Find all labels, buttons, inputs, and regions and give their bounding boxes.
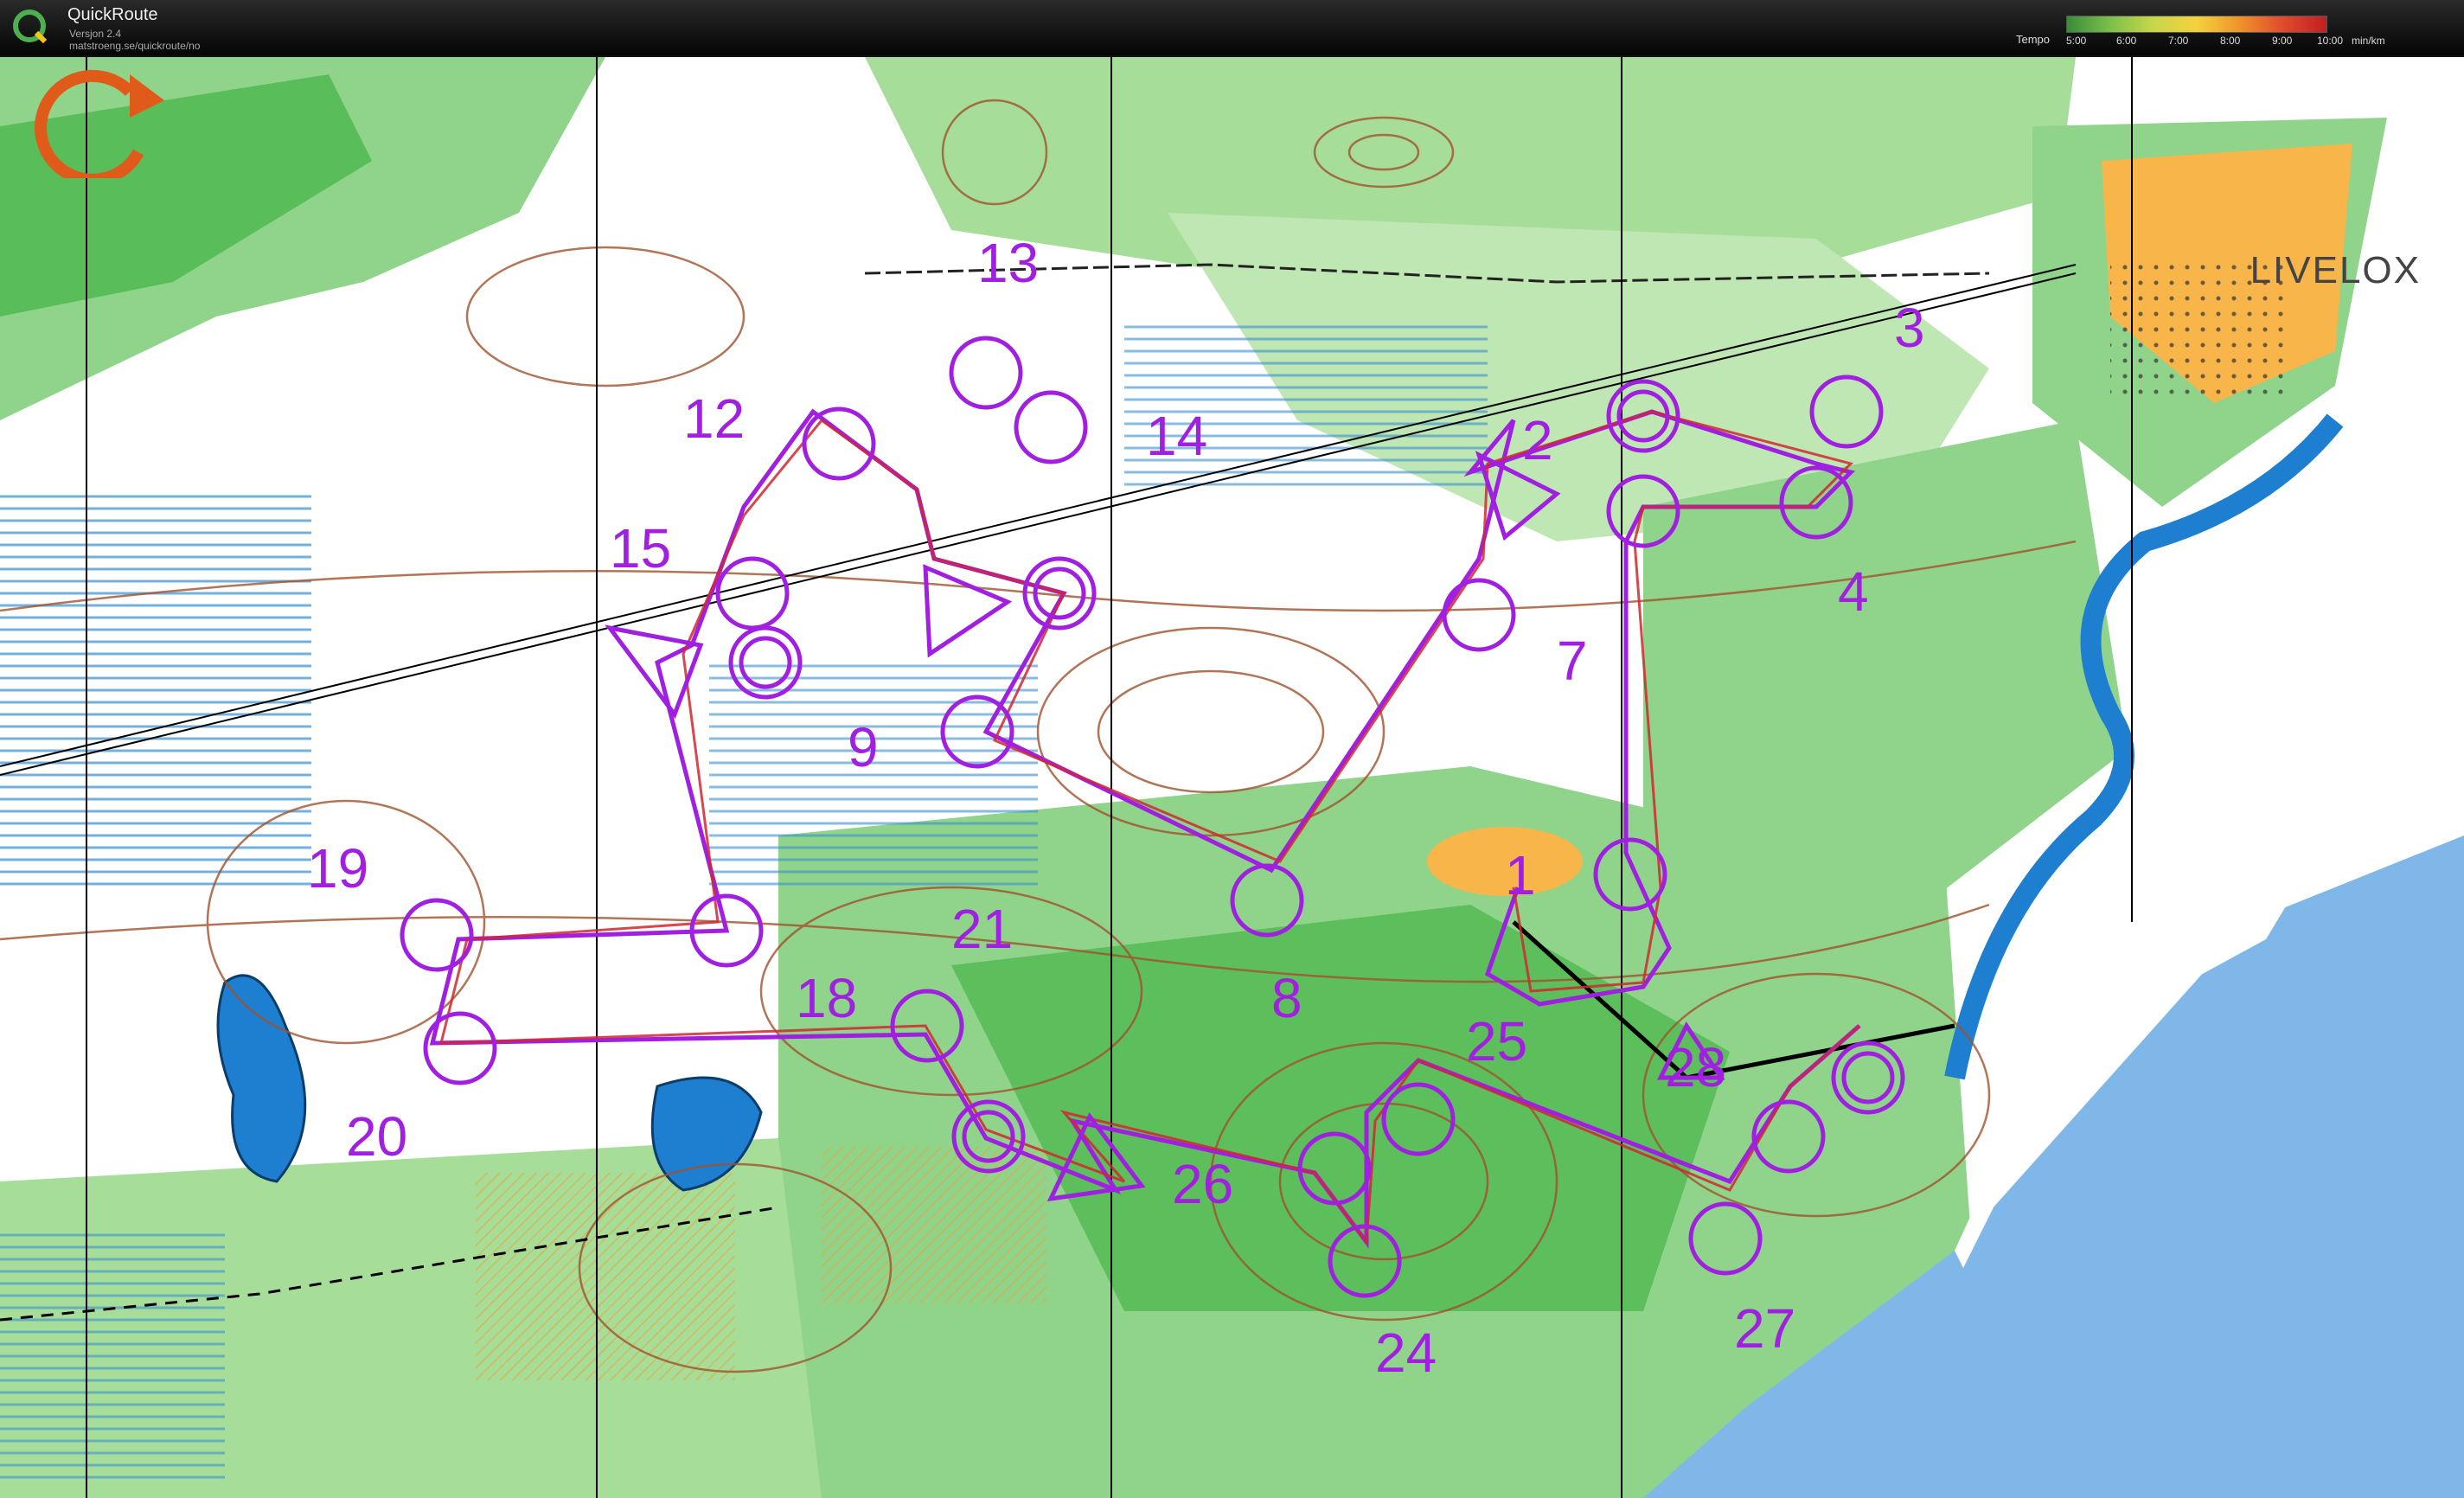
control-number: 18 bbox=[796, 967, 857, 1029]
control-number: 19 bbox=[307, 837, 368, 899]
control-number: 2 bbox=[1522, 409, 1553, 471]
control-number: 26 bbox=[1172, 1153, 1233, 1215]
quickroute-q-icon bbox=[13, 10, 48, 44]
title-bar: QuickRoute Versjon 2.4 matstroeng.se/qui… bbox=[0, 0, 2464, 57]
control-number: 21 bbox=[951, 898, 1013, 960]
control-number: 12 bbox=[683, 387, 745, 450]
tempo-tick: 5:00 bbox=[2066, 35, 2087, 47]
control-number: 9 bbox=[848, 716, 879, 778]
tempo-tick: 8:00 bbox=[2220, 35, 2241, 47]
app-url: matstroeng.se/quickroute/no bbox=[69, 40, 201, 52]
tempo-legend: Tempo 5:00 6:00 7:00 8:00 9:00 10:00 min… bbox=[2016, 14, 2395, 52]
tempo-tick: 9:00 bbox=[2272, 35, 2293, 47]
control-number: 27 bbox=[1734, 1297, 1795, 1360]
livelox-logo-icon bbox=[35, 69, 164, 178]
map-canvas[interactable]: 1 2 3 4 7 8 9 12 13 14 15 18 19 20 21 24… bbox=[0, 57, 2464, 1498]
tempo-label: Tempo bbox=[2016, 33, 2051, 46]
tempo-unit: min/km bbox=[2352, 35, 2385, 47]
control-number: 25 bbox=[1466, 1010, 1527, 1072]
tempo-tick: 10:00 bbox=[2317, 35, 2344, 47]
app-version: Versjon 2.4 bbox=[69, 28, 122, 40]
control-number: 8 bbox=[1271, 967, 1302, 1029]
control-number: 15 bbox=[610, 517, 671, 579]
control-number: 13 bbox=[977, 232, 1039, 294]
control-number: 24 bbox=[1375, 1322, 1437, 1384]
control-number: 14 bbox=[1146, 405, 1207, 467]
control-number: 20 bbox=[346, 1105, 407, 1168]
control-number: 28 bbox=[1665, 1036, 1726, 1098]
tempo-tick: 6:00 bbox=[2116, 35, 2137, 47]
app-title: QuickRoute bbox=[67, 5, 158, 24]
tempo-tick: 7:00 bbox=[2168, 35, 2189, 47]
control-number: 1 bbox=[1505, 844, 1536, 906]
control-number: 4 bbox=[1838, 560, 1869, 623]
livelox-watermark: LIVELOX bbox=[2250, 249, 2421, 291]
control-number: 7 bbox=[1557, 630, 1588, 692]
control-number: 3 bbox=[1894, 297, 1925, 359]
orienteering-map[interactable]: 1 2 3 4 7 8 9 12 13 14 15 18 19 20 21 24… bbox=[0, 57, 2464, 1498]
tempo-color-bar bbox=[2066, 16, 2327, 33]
